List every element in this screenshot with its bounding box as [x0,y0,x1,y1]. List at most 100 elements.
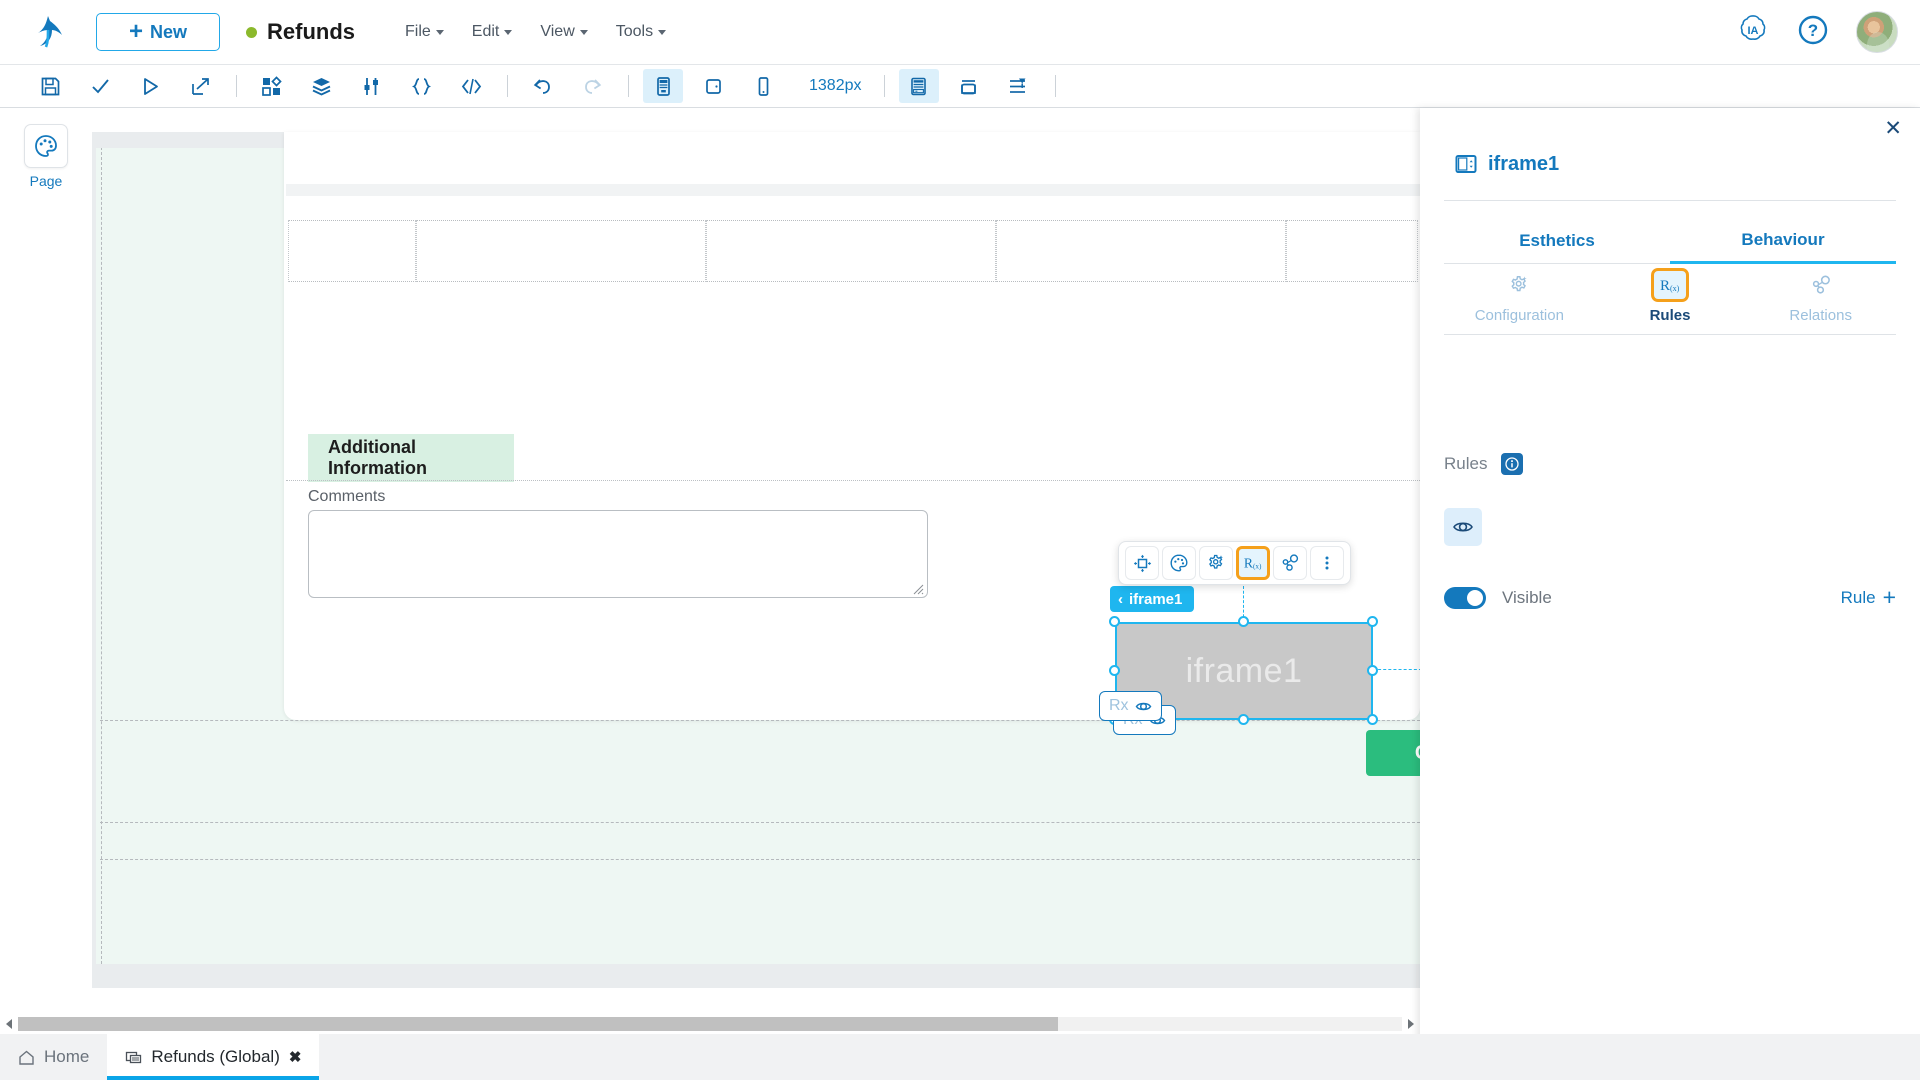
menu-file[interactable]: File [405,23,444,41]
menu-bar: File Edit View Tools [405,23,667,41]
grid-layout-icon[interactable] [898,69,939,103]
add-rule-button[interactable]: Rule + [1841,586,1896,609]
new-button-label: New [150,21,188,42]
redo-icon[interactable] [572,69,612,103]
save-icon[interactable] [30,69,70,103]
resize-handle-n[interactable] [1238,616,1249,627]
subtab-rules[interactable]: R (x) Rules [1595,268,1746,334]
publish-export-icon[interactable] [180,69,220,103]
tab-esthetics[interactable]: Esthetics [1444,218,1670,264]
scroll-right-icon[interactable] [1402,1014,1420,1034]
layers-stack-icon[interactable] [301,69,341,103]
bottom-tab-refunds[interactable]: Refunds (Global) ✖ [107,1034,320,1080]
close-icon[interactable]: ✕ [1884,118,1902,139]
widget-tag-caret: ‹ [1118,590,1123,608]
close-icon[interactable]: ✖ [289,1048,302,1066]
palette-icon[interactable] [1162,546,1196,580]
page-icon [126,1051,142,1063]
svg-text:?: ? [1808,21,1818,40]
move-icon[interactable] [1125,546,1159,580]
info-icon[interactable] [1501,453,1524,475]
top-right-actions: IA ? [1736,11,1898,53]
table-cell[interactable] [416,220,706,282]
subtab-configuration[interactable]: Configuration [1444,268,1595,334]
rx-badge-primary[interactable]: Rx [1099,691,1162,721]
toolbar-divider [628,75,629,97]
avatar[interactable] [1856,11,1898,53]
widget-context-toolbar: R (x) [1118,541,1351,585]
design-canvas[interactable]: Additional Information Comments Create R… [92,108,1420,1008]
resize-handle-nw[interactable] [1109,616,1120,627]
comments-input[interactable] [308,510,928,598]
align-icon[interactable] [999,69,1039,103]
resize-handle-w[interactable] [1109,665,1120,676]
toolbar-divider [1054,75,1056,97]
toolbar-divider [236,75,237,97]
visible-rule-eye-icon[interactable] [1444,508,1482,546]
project-title: Refunds [267,19,355,44]
scrollbar-thumb[interactable] [18,1017,1058,1031]
widget-tag-label: iframe1 [1129,590,1183,608]
menu-edit[interactable]: Edit [472,23,513,41]
table-cell[interactable] [706,220,996,282]
help-icon[interactable]: ? [1796,13,1830,52]
toolbar-divider [883,75,885,97]
rail-item-page[interactable]: Page [20,124,72,189]
plus-icon: + [1882,584,1896,610]
container-icon[interactable] [949,69,989,103]
canvas-page: Additional Information Comments Create R… [92,132,1420,988]
table-cell[interactable] [1286,220,1418,282]
rules-rx-icon[interactable]: R (x) [1236,546,1270,580]
visible-rule-row: Visible Rule + [1444,586,1896,609]
scroll-left-icon[interactable] [0,1014,18,1034]
app-logo[interactable] [26,10,70,54]
visible-toggle[interactable] [1444,586,1486,609]
braces-icon[interactable] [401,69,441,103]
canvas-horizontal-scrollbar[interactable] [0,1014,1420,1034]
bottom-tab-home-label: Home [44,1047,90,1066]
validate-check-icon[interactable] [80,69,120,103]
widget-tag-chip[interactable]: ‹ iframe1 [1110,586,1195,612]
rx-badge-label: Rx [1109,697,1129,714]
ia-assistant-icon[interactable]: IA [1736,13,1770,52]
project-indicator: Refunds [246,19,355,45]
menu-edit-label: Edit [471,23,500,40]
layout-guide [100,822,1420,823]
canvas-width-value[interactable]: 1382px [809,77,862,95]
resize-handle-s[interactable] [1238,714,1249,725]
menu-view[interactable]: View [540,23,588,41]
relations-icon[interactable] [1273,546,1307,580]
tab-behaviour[interactable]: Behaviour [1670,218,1896,264]
mobile-preview-icon[interactable] [743,69,783,103]
visible-toggle-label: Visible [1502,587,1552,607]
section-title-chip[interactable]: Additional Information [308,434,514,482]
table-cell[interactable] [996,220,1286,282]
menu-tools[interactable]: Tools [616,23,667,41]
sliders-icon[interactable] [351,69,391,103]
panel-divider [1444,200,1896,201]
resize-handle-se[interactable] [1367,714,1378,725]
more-vertical-icon[interactable] [1310,546,1344,580]
create-button[interactable]: Create [1366,730,1420,776]
tablet-preview-icon[interactable] [693,69,733,103]
resize-handle-e[interactable] [1367,665,1378,676]
desktop-preview-icon[interactable] [643,69,683,103]
subtab-relations[interactable]: Relations [1745,268,1896,334]
gear-config-icon[interactable] [1199,546,1233,580]
eye-target-icon [1135,702,1151,710]
scrollbar-track[interactable] [18,1017,1402,1031]
undo-icon[interactable] [522,69,562,103]
bottom-tab-home[interactable]: Home [0,1034,107,1080]
gear-config-icon [1500,268,1538,302]
table-cell[interactable] [288,220,416,282]
new-button[interactable]: + New [96,13,220,51]
components-grid-icon[interactable] [251,69,291,103]
panel-tabs: Esthetics Behaviour [1444,218,1896,264]
panel-subtabs: Configuration R (x) Rules Relations [1444,268,1896,334]
home-icon [19,1050,34,1065]
code-icon[interactable] [451,69,491,103]
svg-text:(x): (x) [1253,562,1262,570]
resize-handle-ne[interactable] [1367,616,1378,627]
layout-table[interactable] [288,220,1418,282]
run-play-icon[interactable] [130,69,170,103]
